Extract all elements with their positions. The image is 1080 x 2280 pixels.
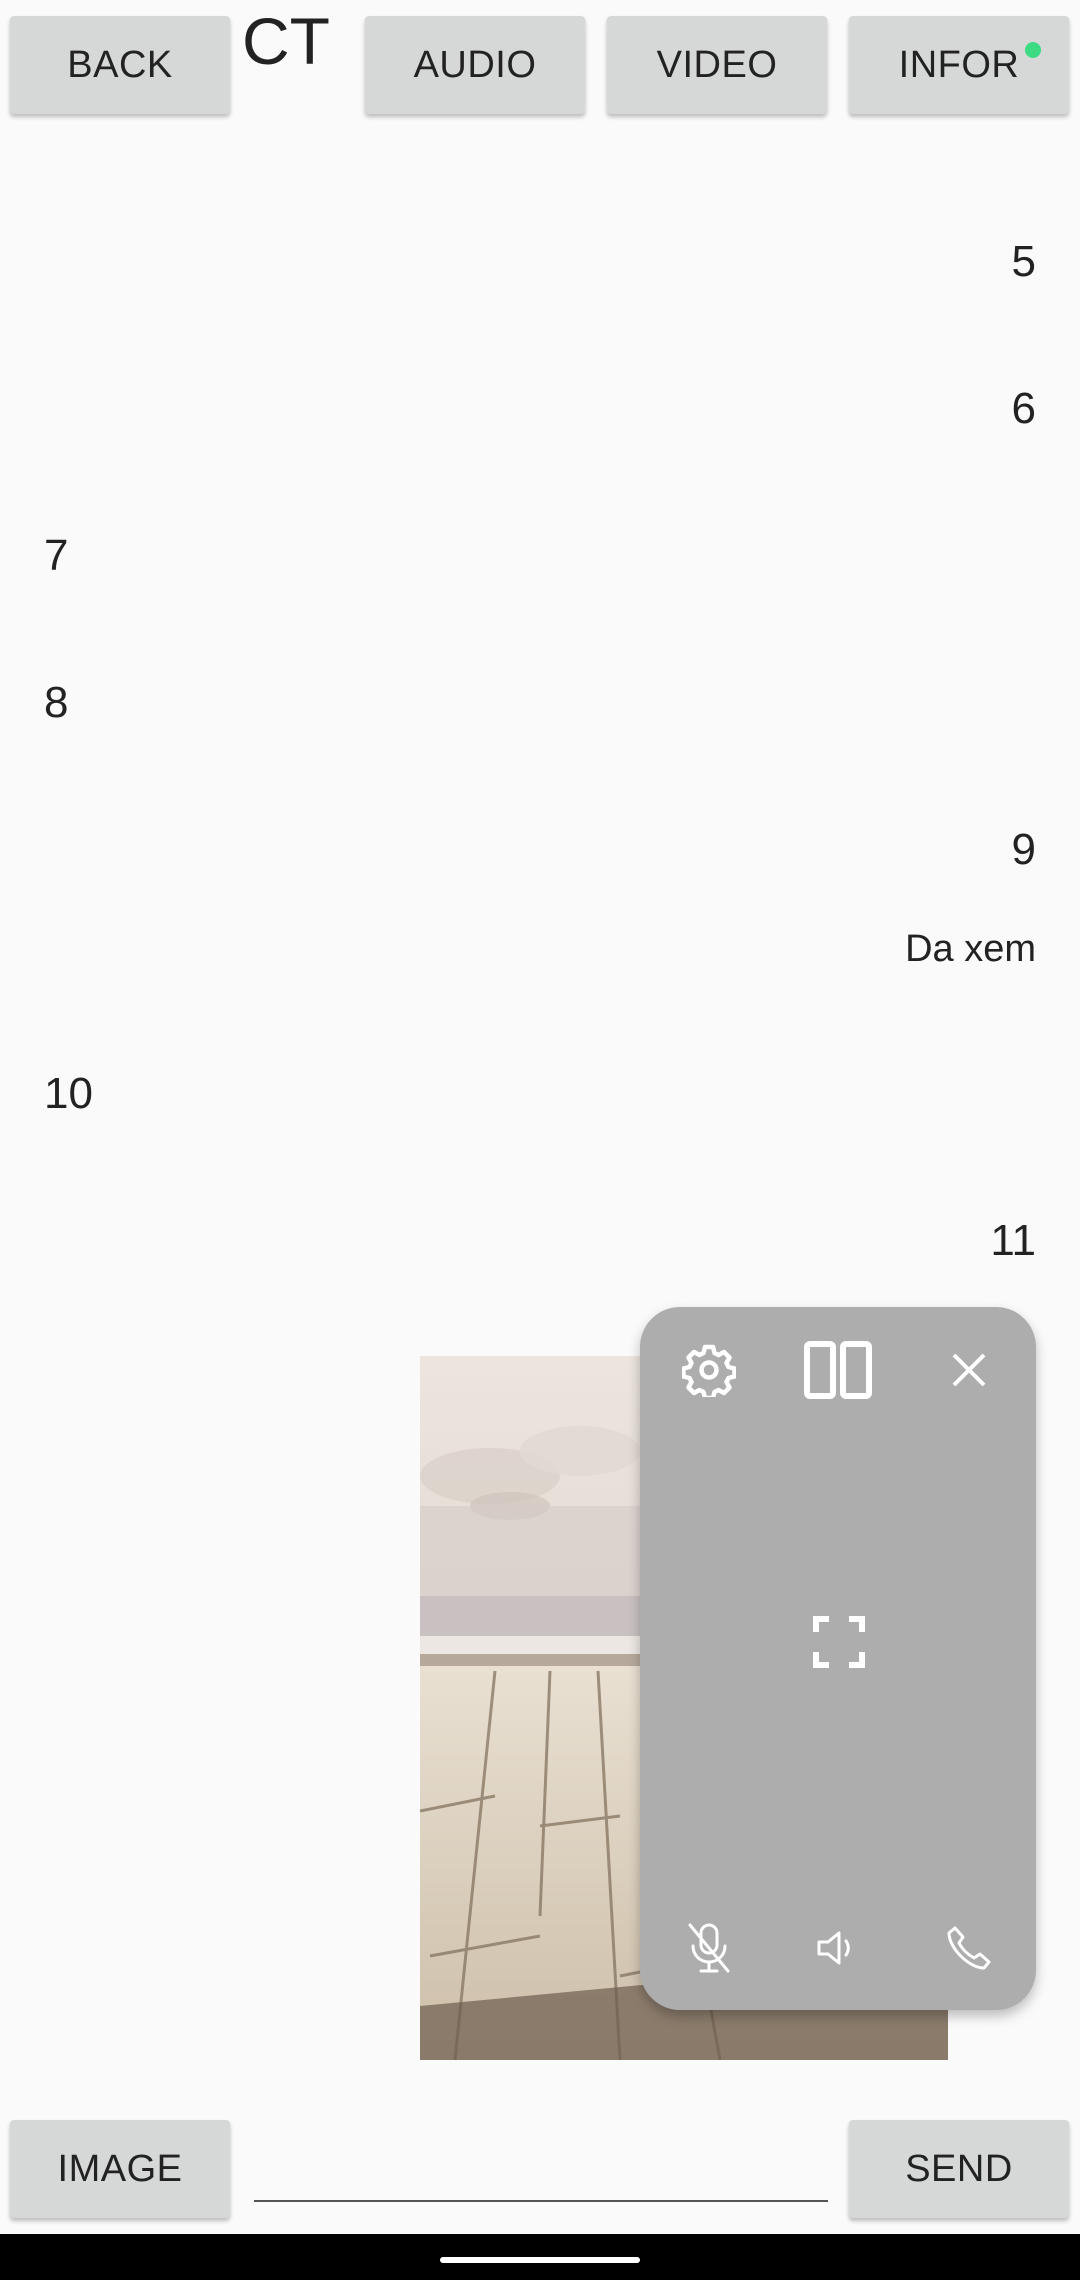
message-item: 9 bbox=[1011, 825, 1036, 874]
chat-screen: BACK CT AUDIO VIDEO INFOR 5 6 7 8 9 Da x… bbox=[0, 0, 1080, 2280]
fullscreen-icon[interactable] bbox=[804, 1607, 874, 1677]
infor-button-label: INFOR bbox=[898, 43, 1020, 86]
message-item: 5 bbox=[1011, 237, 1036, 286]
phone-icon[interactable] bbox=[936, 1915, 1002, 1981]
back-button-label: BACK bbox=[67, 43, 173, 86]
message-input[interactable] bbox=[254, 2130, 832, 2202]
message-item: 7 bbox=[44, 531, 69, 580]
send-button-label: SEND bbox=[905, 2147, 1013, 2190]
read-receipt: Da xem bbox=[905, 928, 1036, 970]
audio-button[interactable]: AUDIO bbox=[365, 16, 585, 114]
audio-button-label: AUDIO bbox=[413, 43, 537, 86]
home-gesture-handle[interactable] bbox=[440, 2257, 640, 2263]
close-icon[interactable] bbox=[936, 1337, 1002, 1403]
send-button[interactable]: SEND bbox=[849, 2120, 1069, 2218]
video-button-label: VIDEO bbox=[656, 43, 778, 86]
split-view-icon[interactable] bbox=[800, 1337, 876, 1403]
call-overlay bbox=[640, 1307, 1036, 2010]
image-button-label: IMAGE bbox=[57, 2147, 183, 2190]
image-button[interactable]: IMAGE bbox=[10, 2120, 230, 2218]
mic-off-icon[interactable] bbox=[676, 1915, 742, 1981]
message-item: 6 bbox=[1011, 384, 1036, 433]
speaker-icon[interactable] bbox=[804, 1915, 870, 1981]
message-input-underline bbox=[254, 2200, 828, 2202]
message-item: 11 bbox=[990, 1216, 1036, 1265]
page-title: CT bbox=[242, 4, 330, 78]
online-status-dot bbox=[1025, 42, 1041, 58]
message-item: 10 bbox=[44, 1069, 93, 1118]
back-button[interactable]: BACK bbox=[10, 16, 230, 114]
gear-icon[interactable] bbox=[676, 1337, 742, 1403]
message-item: 8 bbox=[44, 678, 69, 727]
infor-button[interactable]: INFOR bbox=[849, 16, 1069, 114]
video-button[interactable]: VIDEO bbox=[607, 16, 827, 114]
